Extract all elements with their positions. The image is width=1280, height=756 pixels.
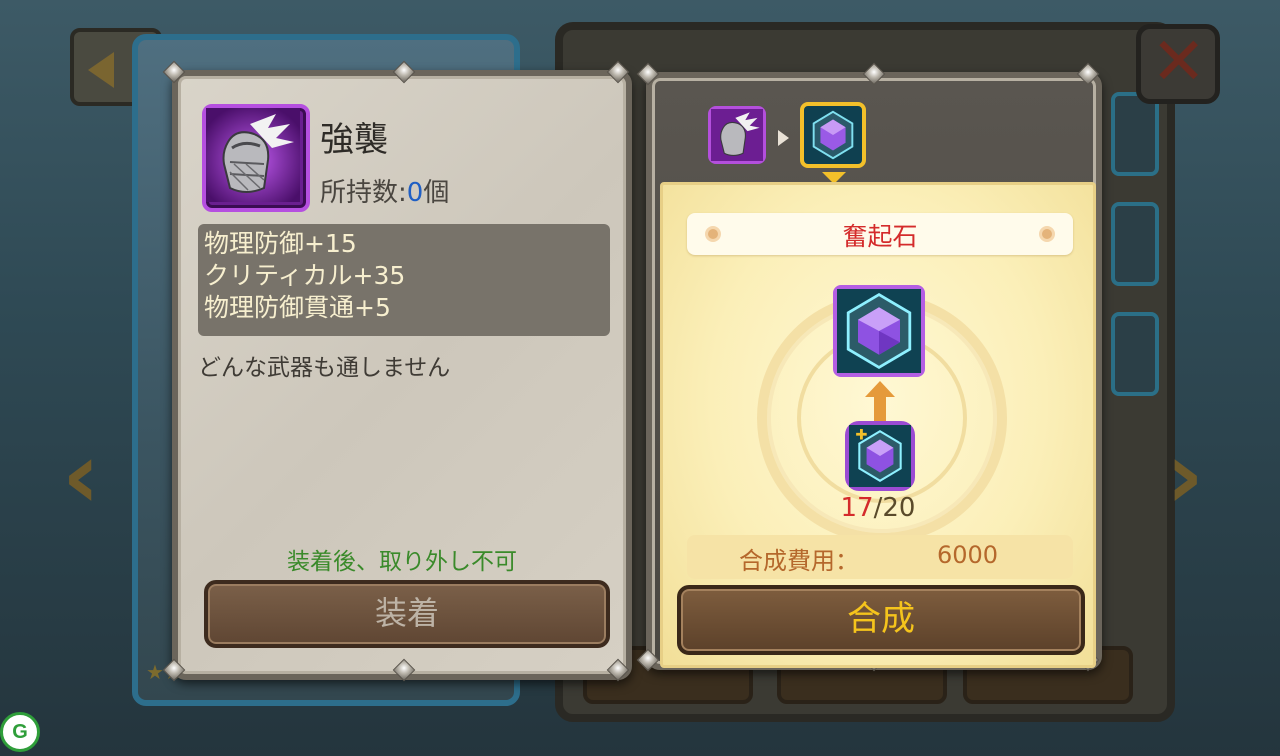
cost-bar: 合成費用： 6000 — [687, 535, 1073, 579]
inventory-slot[interactable] — [1111, 92, 1159, 176]
up-arrow-icon — [865, 381, 895, 421]
next-arrow-icon[interactable]: › — [1166, 430, 1204, 522]
item-name: 強襲 — [320, 120, 388, 160]
stat-line: 物理防御貫通+5 — [204, 293, 391, 322]
stat-line: 物理防御+15 — [204, 229, 357, 258]
gauntlet-icon — [202, 104, 310, 212]
item-description: どんな武器も通しません — [198, 355, 451, 381]
material-count: 17/20 — [663, 493, 1093, 523]
inventory-slot[interactable] — [1111, 312, 1159, 396]
equip-button[interactable]: 装着 — [204, 580, 610, 648]
target-name: 奮起石 — [842, 222, 918, 251]
owned-label: 所持数: — [320, 178, 407, 208]
back-arrow-icon — [88, 52, 114, 88]
game-screen: ★★ ✕ ‹ › G — [0, 0, 1280, 756]
watermark-logo: G — [0, 712, 40, 752]
svg-text:✚: ✚ — [855, 427, 867, 443]
owned-count: 0 — [406, 178, 424, 208]
item-detail-panel: 強襲 所持数:0個 物理防御+15 クリティカル+35 物理防御貫通+5 どんな… — [162, 60, 632, 682]
craft-parchment: 奮起石 ✚ 17/20 合成費用： 6000 合成 — [660, 182, 1096, 668]
cost-value: 6000 — [937, 541, 999, 569]
craft-panel: 奮起石 ✚ 17/20 合成費用： 6000 合成 — [636, 62, 1102, 672]
craft-button[interactable]: 合成 — [677, 585, 1085, 655]
craft-path-bar — [652, 78, 1096, 184]
equip-note: 装着後、取り外し不可 — [287, 549, 517, 575]
material-have: 17 — [840, 493, 874, 523]
material-need: 20 — [882, 493, 916, 523]
path-arrow-icon — [778, 130, 789, 146]
inventory-slot[interactable] — [1111, 202, 1159, 286]
owned-count-row: 所持数:0個 — [320, 172, 449, 209]
previous-arrow-icon[interactable]: ‹ — [62, 430, 100, 522]
stats-box: 物理防御+15 クリティカル+35 物理防御貫通+5 — [198, 224, 610, 336]
gem-fragment-icon: ✚ — [845, 421, 915, 491]
purple-gem-icon — [833, 285, 925, 377]
close-icon: ✕ — [1151, 23, 1207, 100]
purple-gem-icon[interactable] — [800, 102, 866, 168]
target-name-bar: 奮起石 — [687, 213, 1073, 255]
stat-line: クリティカル+35 — [204, 261, 406, 290]
gauntlet-icon[interactable] — [708, 106, 766, 164]
close-button[interactable]: ✕ — [1136, 24, 1220, 104]
owned-unit: 個 — [423, 178, 450, 208]
decoration-dot — [1039, 226, 1055, 242]
cost-label: 合成費用： — [739, 547, 859, 575]
rivet — [392, 658, 416, 682]
